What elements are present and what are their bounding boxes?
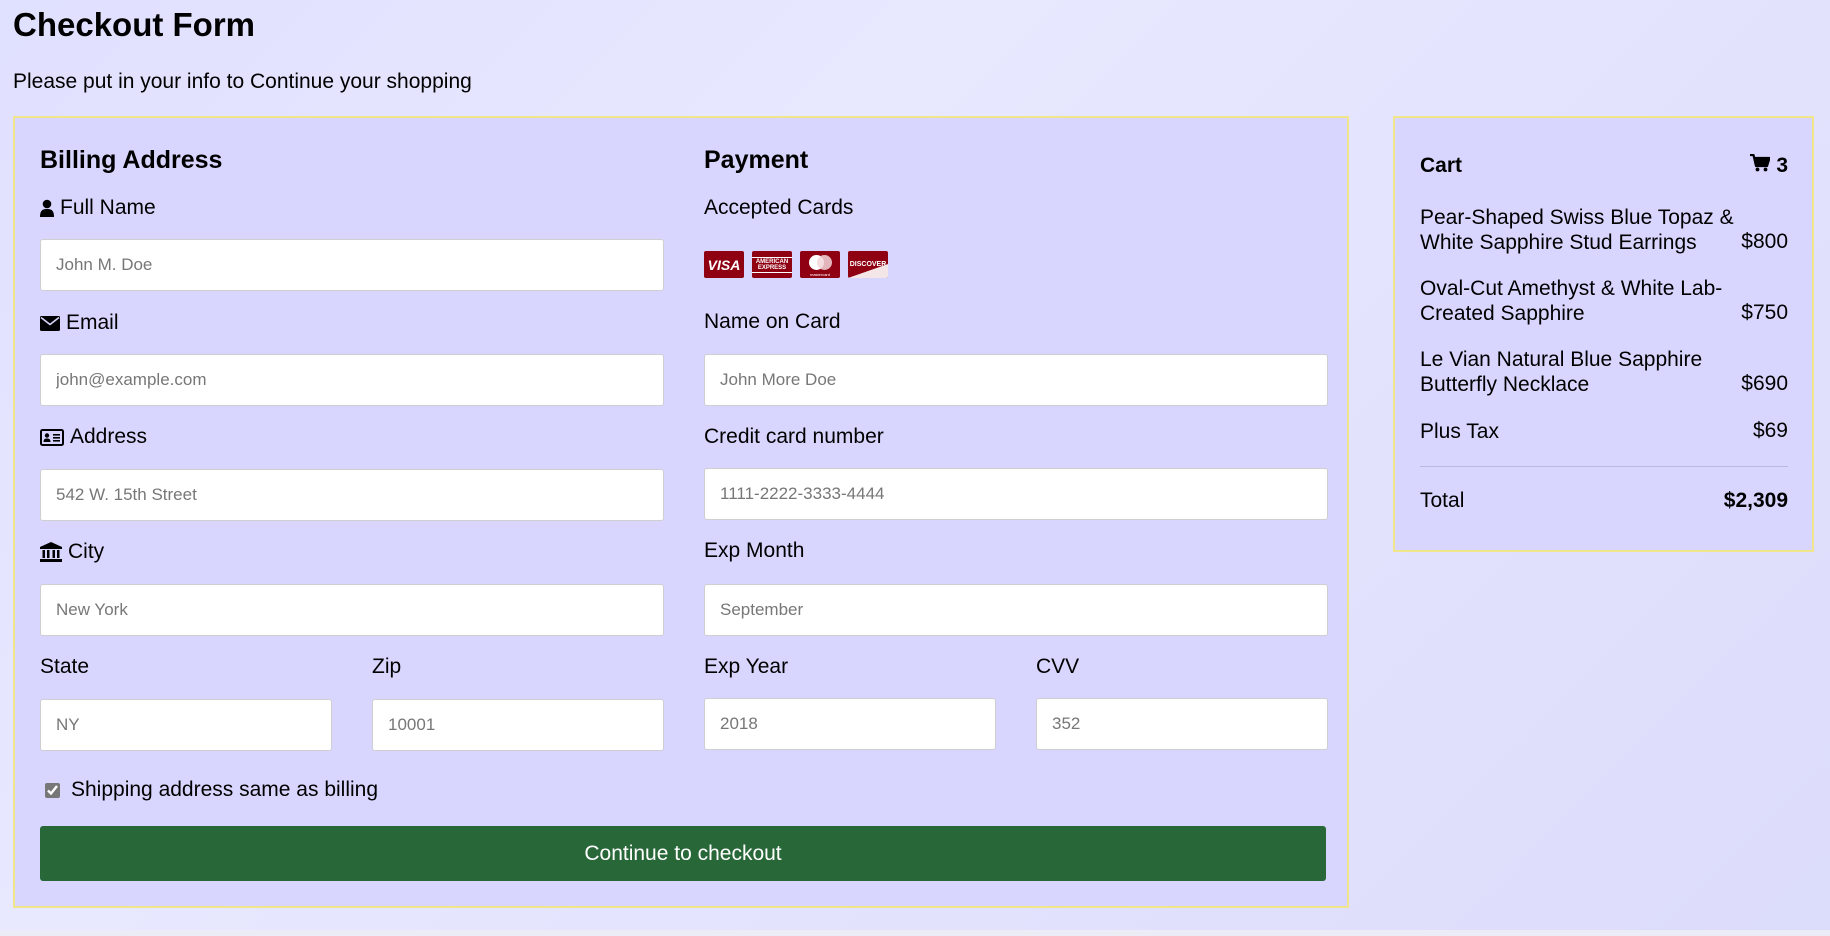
state-input[interactable] [40,699,332,751]
shipping-same-label: Shipping address same as billing [71,778,379,801]
cart-item-name[interactable]: Pear-Shaped Swiss Blue Topaz & White Sap… [1420,205,1750,255]
page-subtitle: Please put in your info to Continue your… [13,70,472,93]
city-label: City [40,540,104,564]
billing-heading: Billing Address [40,146,223,174]
amex-card-icon: AMERICAN EXPRESS [752,251,792,278]
cart-item-name[interactable]: Le Vian Natural Blue Sapphire Butterfly … [1420,347,1750,397]
shipping-same-checkbox[interactable] [45,782,60,798]
page-bottom-strip [0,930,1830,936]
cart-count: 3 [1750,153,1788,178]
card-number-label: Credit card number [704,425,884,448]
shipping-same-row[interactable]: Shipping address same as billing [45,778,378,802]
accepted-cards: VISA AMERICAN EXPRESS mastercard DISCOVE… [704,251,888,278]
payment-heading: Payment [704,146,809,174]
cart-item-price: $800 [1741,230,1788,253]
institution-icon [40,542,62,562]
exp-month-label: Exp Month [704,539,805,562]
cart-divider [1420,466,1788,467]
cart-panel: Cart 3 Pear-Shaped Swiss Blue Topaz & Wh… [1393,116,1814,552]
user-icon [40,199,54,217]
address-input[interactable] [40,469,664,521]
address-label: Address [40,425,147,449]
total-label: Total [1420,489,1465,512]
checkout-form-panel: Billing Address Full Name Email Address … [13,116,1349,908]
tax-label: Plus Tax [1420,420,1499,443]
tax-value: $69 [1752,419,1788,442]
total-value: $2,309 [1723,489,1788,512]
city-input[interactable] [40,584,664,636]
cart-item-price: $750 [1741,301,1788,324]
exp-month-input[interactable] [704,584,1328,636]
state-label: State [40,655,90,678]
full-name-input[interactable] [40,239,664,291]
cvv-label: CVV [1036,655,1080,678]
continue-to-checkout-button[interactable]: Continue to checkout [40,826,1326,881]
name-on-card-input[interactable] [704,354,1328,406]
card-number-input[interactable] [704,468,1328,520]
zip-input[interactable] [372,699,664,751]
zip-label: Zip [372,655,402,678]
cart-title: Cart [1420,154,1463,177]
name-on-card-label: Name on Card [704,310,841,333]
shopping-cart-icon [1750,153,1771,178]
exp-year-label: Exp Year [704,655,789,678]
address-card-icon [40,428,64,446]
exp-year-input[interactable] [704,698,996,750]
email-input[interactable] [40,354,664,406]
envelope-icon [40,315,60,331]
email-label: Email [40,311,119,335]
full-name-label: Full Name [40,196,156,220]
cart-item-price: $690 [1741,372,1788,395]
cart-item-name[interactable]: Oval-Cut Amethyst & White Lab-Created Sa… [1420,276,1750,326]
discover-card-icon: DISCOVER [848,251,888,278]
visa-card-icon: VISA [704,251,744,278]
mastercard-card-icon: mastercard [800,251,840,278]
cvv-input[interactable] [1036,698,1328,750]
page-title: Checkout Form [13,6,256,43]
accepted-cards-label: Accepted Cards [704,196,854,219]
